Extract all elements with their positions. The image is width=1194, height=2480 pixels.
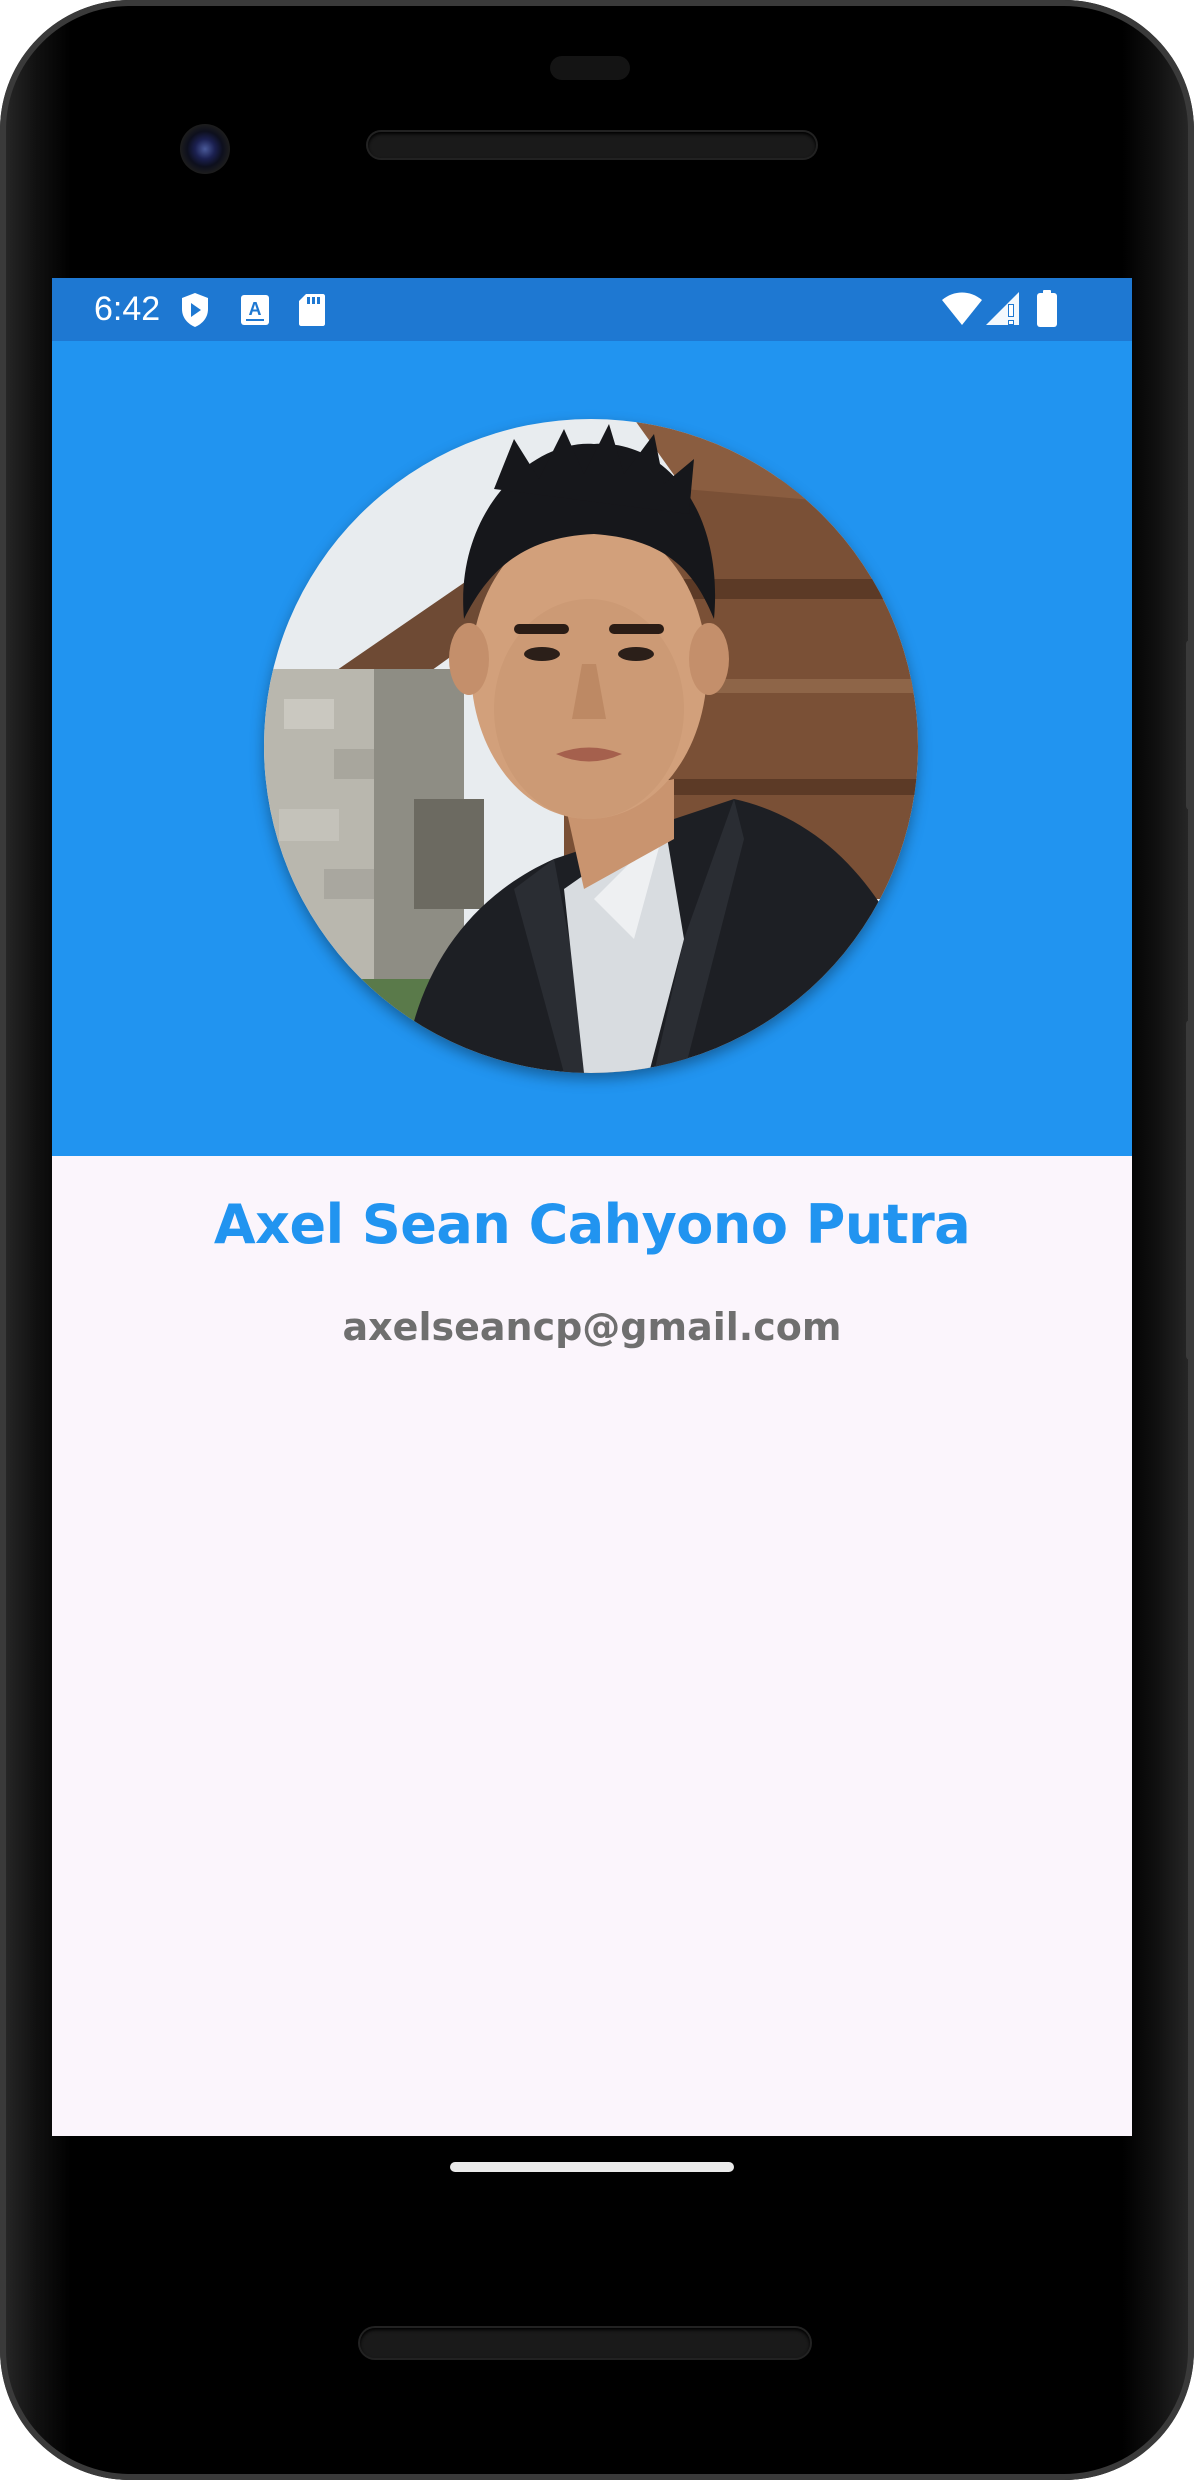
keyboard-a-icon: A [240,294,270,331]
sd-card-icon [298,293,326,332]
svg-text:A: A [249,299,262,319]
volume-button [1186,1020,1194,1360]
profile-photo [264,419,918,1073]
bottom-speaker [360,2328,810,2358]
gesture-navigation-bar[interactable] [450,2162,734,2172]
wifi-icon [942,292,982,331]
play-protect-icon [180,292,210,333]
earpiece-speaker [368,132,816,158]
app-screen: 6:42 A Axel Sean Cahyono Putra axelseanc… [52,278,1132,2136]
battery-icon [1036,290,1058,333]
profile-avatar[interactable] [264,419,918,1073]
phone-frame: 6:42 A Axel Sean Cahyono Putra axelseanc… [0,0,1194,2480]
cell-signal-icon [986,292,1022,331]
profile-header [52,341,1132,1156]
top-sensor [550,56,630,80]
status-bar: 6:42 A [52,278,1132,341]
status-time: 6:42 [94,290,161,328]
profile-name: Axel Sean Cahyono Putra [213,1193,971,1256]
front-camera [180,124,230,174]
power-button [1186,640,1194,810]
profile-email: axelseancp@gmail.com [342,1305,842,1349]
